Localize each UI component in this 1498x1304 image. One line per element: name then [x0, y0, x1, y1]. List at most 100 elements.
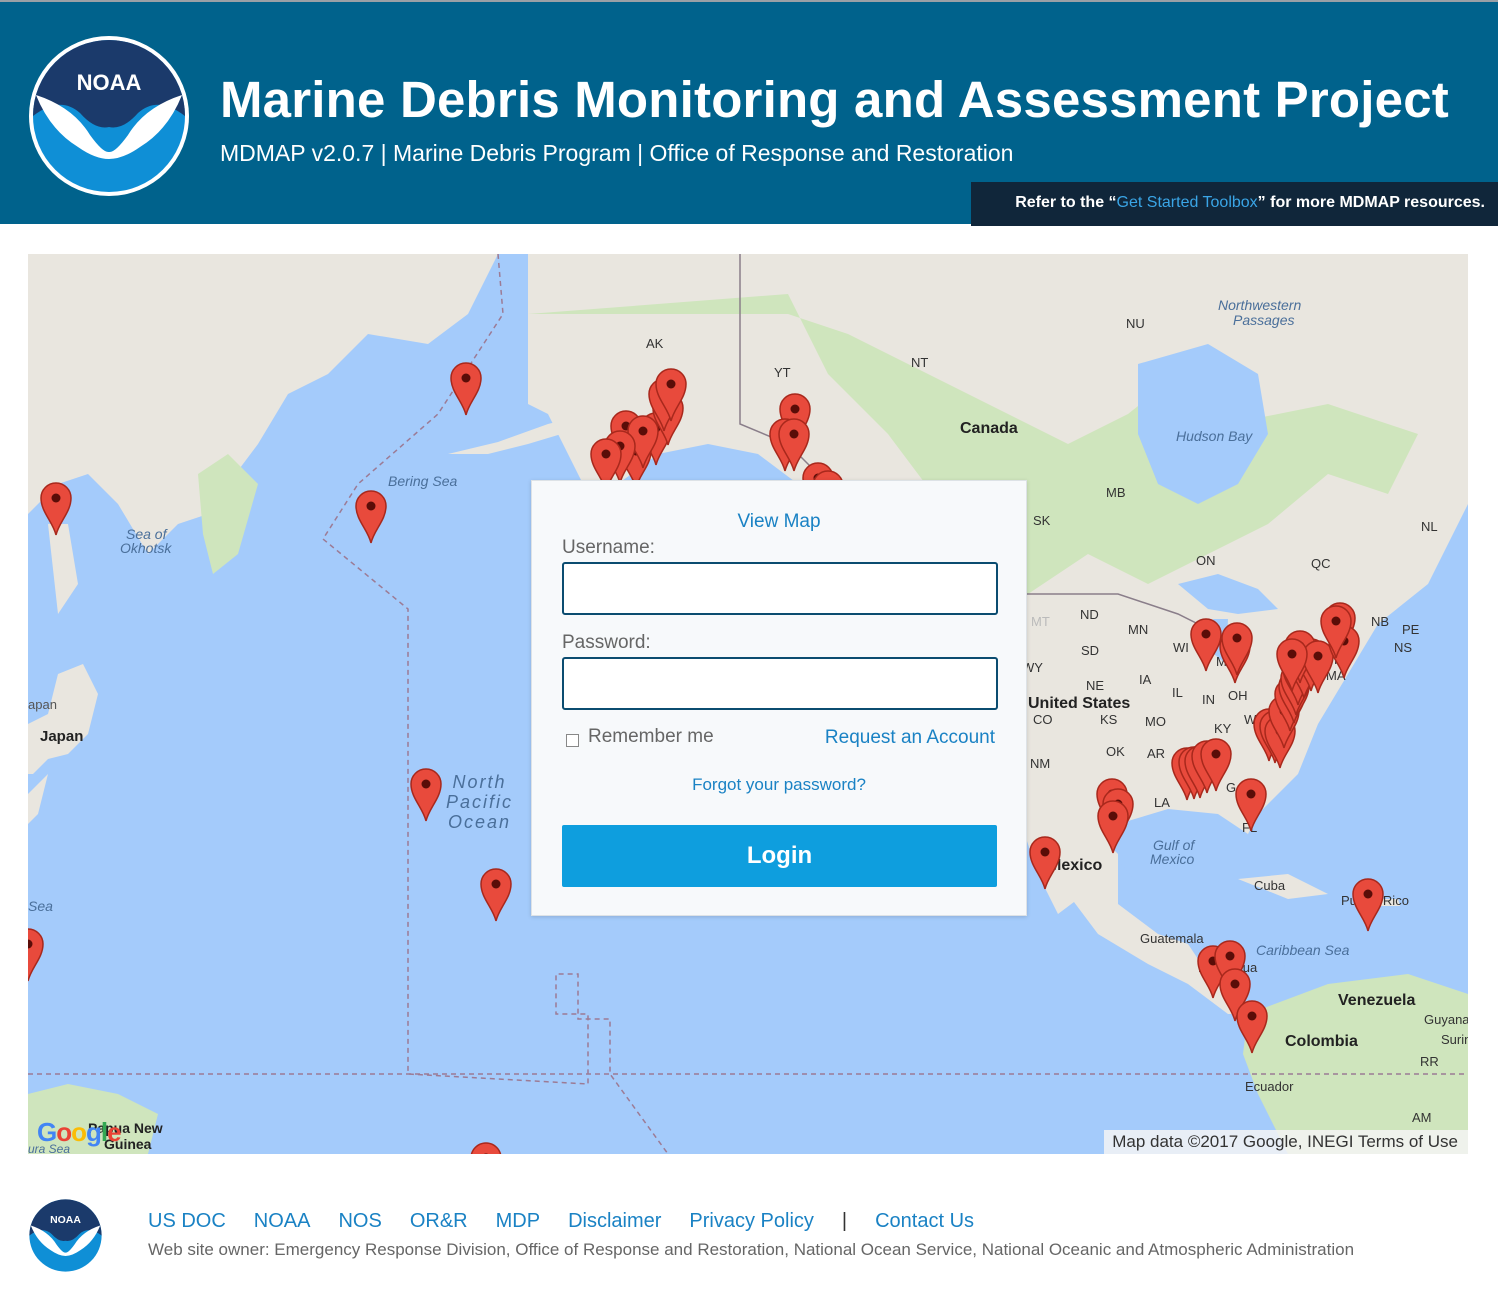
label-la: LA — [1154, 795, 1170, 810]
label-nt: NT — [911, 355, 929, 370]
footer-links: US DOC NOAA NOS OR&R MDP Disclaimer Privacy Po… — [148, 1210, 1002, 1233]
debris-site-pin-icon[interactable] — [654, 366, 688, 422]
debris-site-pin-icon[interactable] — [479, 866, 513, 922]
footer-link-contact-us[interactable]: Contact Us — [875, 1210, 974, 1232]
get-started-toolbox-link[interactable]: Get Started Toolbox — [1117, 194, 1258, 211]
footer-link-disclaimer[interactable]: Disclaimer — [568, 1210, 661, 1232]
label-ar: AR — [1147, 746, 1166, 761]
debris-site-pin-icon[interactable] — [469, 1140, 503, 1154]
label-rr: RR — [1420, 1054, 1439, 1069]
label-nm: NM — [1030, 756, 1051, 771]
label-guatemala: Guatemala — [1140, 931, 1204, 946]
debris-site-pin-icon[interactable] — [1235, 998, 1269, 1054]
label-il: IL — [1172, 685, 1183, 700]
label-am: AM — [1412, 1110, 1432, 1125]
debris-site-pin-icon[interactable] — [1234, 776, 1268, 832]
footer-link-orr[interactable]: OR&R — [410, 1210, 468, 1232]
password-input[interactable] — [562, 657, 998, 710]
debris-site-pin-icon[interactable] — [1028, 834, 1062, 890]
site-subtitle: MDMAP v2.0.7 | Marine Debris Program | O… — [220, 140, 1014, 166]
label-sk: SK — [1033, 513, 1051, 528]
label-suriname: Surin — [1441, 1032, 1468, 1047]
label-ecuador: Ecuador — [1245, 1079, 1294, 1094]
label-bering-sea: Bering Sea — [388, 473, 458, 489]
footer-link-noaa[interactable]: NOAA — [254, 1210, 311, 1232]
label-guyana: Guyana — [1424, 1012, 1468, 1027]
label-venezuela: Venezuela — [1338, 992, 1416, 1009]
label-sd: SD — [1081, 643, 1100, 658]
label-japan: Japan — [40, 728, 84, 745]
toolbox-text-prefix: Refer to the “ — [1015, 194, 1117, 211]
label-on: ON — [1196, 553, 1216, 568]
debris-site-pin-icon[interactable] — [449, 360, 483, 416]
debris-site-pin-icon[interactable] — [1275, 636, 1309, 692]
svg-text:NOAA: NOAA — [77, 70, 142, 95]
debris-site-pin-icon[interactable] — [409, 766, 443, 822]
label-mn: MN — [1128, 622, 1149, 637]
site-title: Marine Debris Monitoring and Assessment … — [220, 71, 1449, 128]
label-caribbean-sea: Caribbean Sea — [1256, 942, 1350, 958]
label-in: IN — [1202, 692, 1215, 707]
map-attribution[interactable]: Map data ©2017 Google, INEGI Terms of Us… — [1104, 1130, 1468, 1154]
label-nb: NB — [1371, 614, 1390, 629]
request-account-link[interactable]: Request an Account — [825, 727, 995, 749]
label-ks: KS — [1100, 712, 1118, 727]
debris-site-pin-icon[interactable] — [1199, 736, 1233, 792]
label-qc: QC — [1311, 556, 1331, 571]
svg-text:NOAA: NOAA — [50, 1215, 81, 1226]
noaa-logo[interactable]: NOAA — [28, 35, 190, 197]
footer-noaa-logo[interactable]: NOAA — [27, 1197, 104, 1274]
footer-link-privacy-policy[interactable]: Privacy Policy — [689, 1210, 813, 1232]
label-co: CO — [1033, 712, 1053, 727]
footer-link-mdp[interactable]: MDP — [496, 1210, 540, 1232]
debris-site-pin-icon[interactable] — [1351, 876, 1385, 932]
footer-separator: | — [841, 1210, 848, 1232]
label-okhotsk: Okhotsk — [120, 540, 172, 556]
toolbox-text-suffix: ” for more MDMAP resources. — [1257, 194, 1485, 211]
password-label: Password: — [562, 632, 651, 653]
label-northwestern: Northwestern — [1218, 297, 1302, 313]
label-pe: PE — [1402, 622, 1420, 637]
remember-me-label[interactable]: Remember me — [588, 726, 714, 748]
label-ky: KY — [1214, 721, 1232, 736]
footer-link-us-doc[interactable]: US DOC — [148, 1210, 226, 1232]
view-map-link[interactable]: View Map — [532, 511, 1026, 533]
label-canada: Canada — [960, 420, 1018, 437]
forgot-password-link[interactable]: Forgot your password? — [532, 775, 1026, 795]
google-logo[interactable]: Google — [37, 1117, 122, 1148]
remember-me-checkbox[interactable] — [566, 734, 579, 747]
label-mb: MB — [1106, 485, 1126, 500]
username-input[interactable] — [562, 562, 998, 615]
label-ocean: Ocean — [447, 812, 512, 832]
label-mo: MO — [1145, 714, 1166, 729]
label-wi: WI — [1173, 640, 1189, 655]
label-ia: IA — [1139, 672, 1152, 687]
username-label: Username: — [562, 537, 655, 558]
label-nu: NU — [1126, 316, 1145, 331]
label-cuba: Cuba — [1254, 878, 1286, 893]
label-hudson-bay: Hudson Bay — [1176, 428, 1253, 444]
debris-site-pin-icon[interactable] — [28, 926, 45, 982]
label-pacific: Pacific — [446, 792, 514, 812]
label-north: North — [452, 772, 507, 792]
login-button[interactable]: Login — [562, 825, 997, 887]
label-gulf-mexico: Mexico — [1150, 851, 1195, 867]
footer-site-owner: Web site owner: Emergency Response Divis… — [148, 1240, 1355, 1259]
debris-site-pin-icon[interactable] — [1220, 620, 1254, 676]
toolbox-banner: Refer to the “Get Started Toolbox” for m… — [971, 182, 1498, 226]
label-nl: NL — [1421, 519, 1438, 534]
label-north-pacific-ocean: North Pacific Ocean — [446, 772, 513, 832]
label-yt: YT — [774, 365, 791, 380]
label-sea-left: Sea — [28, 898, 53, 914]
debris-site-pin-icon[interactable] — [1096, 798, 1130, 854]
label-ns: NS — [1394, 640, 1413, 655]
label-ak: AK — [646, 336, 664, 351]
footer-link-nos[interactable]: NOS — [338, 1210, 381, 1232]
login-panel: View Map Username: Password: Remember me… — [531, 480, 1027, 916]
debris-site-pin-icon[interactable] — [1319, 603, 1353, 659]
label-ne: NE — [1086, 678, 1105, 693]
debris-site-pin-icon[interactable] — [354, 488, 388, 544]
label-ok: OK — [1106, 744, 1125, 759]
debris-site-pin-icon[interactable] — [39, 480, 73, 536]
label-colombia: Colombia — [1285, 1033, 1358, 1050]
